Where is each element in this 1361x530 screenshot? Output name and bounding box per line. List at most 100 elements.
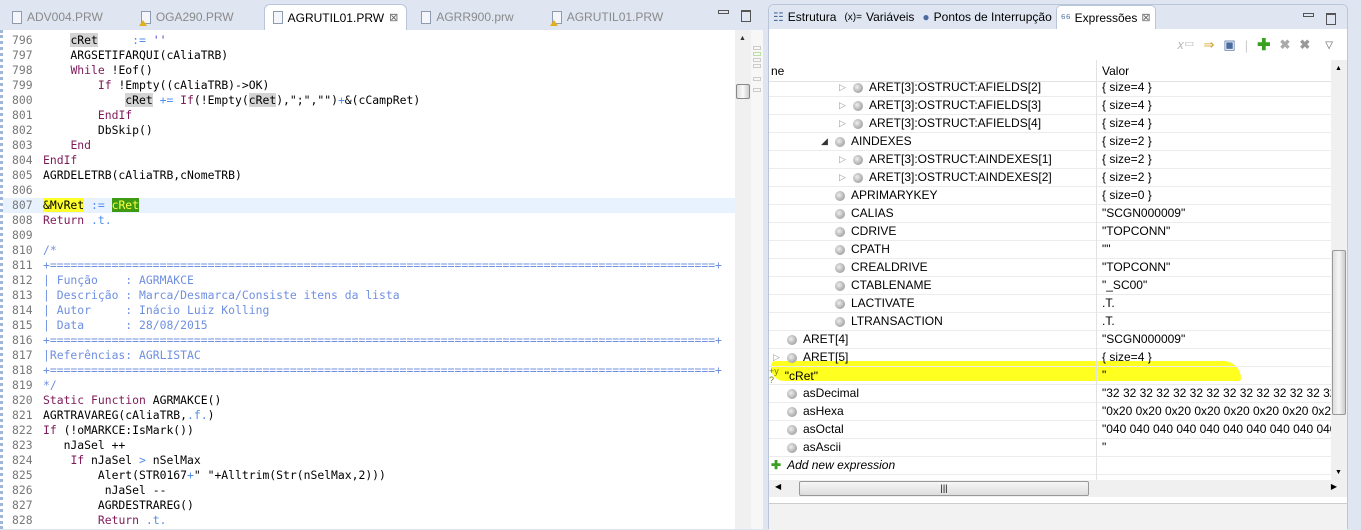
tree-row[interactable]: CPATH "" (769, 241, 1331, 259)
code-line[interactable]: 813 | Descrição : Marca/Desmarca/Consiste… (3, 288, 735, 303)
editor-tab[interactable]: AGRR900.prw (413, 4, 521, 30)
close-icon[interactable]: ⊠ (1141, 11, 1150, 24)
code-line[interactable]: 798 While !Eof() (3, 63, 735, 78)
scrollbar-thumb[interactable] (1332, 250, 1346, 415)
variable-icon (835, 244, 845, 255)
editor-vertical-scrollbar[interactable]: ▲ (735, 30, 751, 529)
expand-arrow-icon[interactable]: ▷ (839, 79, 847, 96)
tree-row[interactable]: ▷ ARET[3]:OSTRUCT:AFIELDS[2] { size=4 } (769, 79, 1331, 97)
code-line[interactable]: 818 +====================================… (3, 363, 735, 378)
code-line[interactable]: 819 */ (3, 378, 735, 393)
code-line[interactable]: 816 +====================================… (3, 333, 735, 348)
tree-row[interactable]: ▷ ARET[3]:OSTRUCT:AFIELDS[3] { size=4 } (769, 97, 1331, 115)
tree-row[interactable]: asOctal "040 040 040 040 040 040 040 040 … (769, 421, 1331, 439)
tree-row[interactable]: CDRIVE "TOPCONN" (769, 223, 1331, 241)
tree-vertical-scrollbar[interactable]: ▲ ▼ (1331, 60, 1347, 480)
code-line[interactable]: 815 | Data : 28/08/2015 (3, 318, 735, 333)
remove-icon[interactable]: ✖ (1279, 37, 1290, 53)
add-expression-icon[interactable]: ✚ (1257, 35, 1270, 55)
tree-row[interactable]: CTABLENAME "_SC00" (769, 277, 1331, 295)
tree-row[interactable]: ◢ AINDEXES { size=2 } (769, 133, 1331, 151)
tree-row[interactable]: LTRANSACTION .T. (769, 313, 1331, 331)
code-editor[interactable]: 796 cRet := '' 797 ARGSETIFARQUI(cAliaTRB… (0, 30, 763, 529)
collapse-all-icon[interactable]: ▣ (1223, 37, 1235, 53)
code-line[interactable]: 804 EndIf (3, 153, 735, 168)
overview-ruler[interactable] (751, 30, 763, 529)
collapse-arrow-icon[interactable]: ◢ (821, 133, 829, 150)
scroll-up-arrow-icon[interactable]: ▲ (739, 35, 746, 42)
details-pane[interactable] (769, 503, 1347, 530)
expand-icon[interactable]: ⇒ (1203, 37, 1214, 53)
code-token: +=======================================… (43, 363, 722, 377)
tree-row[interactable]: CREALDRIVE "TOPCONN" (769, 259, 1331, 277)
view-tab[interactable]: (x)= Variáveis (840, 5, 918, 29)
scrollbar-thumb[interactable] (736, 84, 750, 99)
code-line[interactable]: 823 nJaSel ++ (3, 438, 735, 453)
code-token: If (180, 93, 194, 107)
expand-arrow-icon[interactable]: ▷ (839, 97, 847, 114)
expand-arrow-icon[interactable]: ▷ (839, 151, 847, 168)
tree-row[interactable]: ▷ ARET[3]:OSTRUCT:AFIELDS[4] { size=4 } (769, 115, 1331, 133)
code-line[interactable]: 827 AGRDESTRAREG() (3, 498, 735, 513)
scrollbar-thumb[interactable]: ||| (799, 481, 1089, 496)
editor-tab[interactable]: ADV004.PRW (4, 4, 111, 30)
expression-name: asAscii (803, 440, 842, 454)
code-line[interactable]: 799 If !Empty((cAliaTRB)->OK) (3, 78, 735, 93)
code-line[interactable]: 810 /* (3, 243, 735, 258)
code-line[interactable]: 821 AGRTRAVAREG(cAliaTRB,.f.) (3, 408, 735, 423)
close-icon[interactable]: ⊠ (389, 11, 398, 24)
minimize-button[interactable] (1303, 13, 1314, 17)
tree-horizontal-scrollbar[interactable]: ◀ ||| ▶ (769, 480, 1347, 497)
expand-arrow-icon[interactable]: ▷ (839, 115, 847, 132)
code-line[interactable]: 797 ARGSETIFARQUI(cAliaTRB) (3, 48, 735, 63)
code-line[interactable]: 817 |Referências: AGRLISTAC (3, 348, 735, 363)
tree-row[interactable]: ▷ ARET[3]:OSTRUCT:AINDEXES[2] { size=2 } (769, 169, 1331, 187)
show-type-names-icon[interactable]: 𝑥▭ (1177, 37, 1195, 53)
tree-row[interactable]: ▷ ARET[5] { size=4 } (769, 349, 1331, 367)
remove-all-icon[interactable]: ✖ (1299, 37, 1310, 53)
code-line[interactable]: 809 (3, 228, 735, 243)
code-line[interactable]: 808 Return .t. (3, 213, 735, 228)
code-line[interactable]: 826 nJaSel -- (3, 483, 735, 498)
code-line[interactable]: 805 AGRDELETRB(cAliaTRB,cNomeTRB) (3, 168, 735, 183)
tree-row[interactable]: +y? "cRet" " (769, 367, 1331, 385)
expand-arrow-icon[interactable]: ▷ (839, 169, 847, 186)
code-line[interactable]: 825 Alert(STR0167+" "+Alltrim(Str(nSelMa… (3, 468, 735, 483)
code-line[interactable]: 807 &MvRet := cRet (3, 198, 735, 213)
maximize-button[interactable] (1326, 13, 1336, 25)
code-line[interactable]: 822 If (!oMARKCE:IsMark()) (3, 423, 735, 438)
column-header-name[interactable]: ne (771, 64, 784, 78)
editor-tab[interactable]: OGA290.PRW (133, 4, 242, 30)
tree-row[interactable]: asAscii " (769, 439, 1331, 457)
code-line[interactable]: 811 +====================================… (3, 258, 735, 273)
code-line[interactable]: 806 (3, 183, 735, 198)
editor-tab[interactable]: AGRUTIL01.PRW ⊠ (263, 4, 408, 30)
code-line[interactable]: 814 | Autor : Inácio Luiz Kolling (3, 303, 735, 318)
tree-row[interactable]: CALIAS "SCGN000009" (769, 205, 1331, 223)
code-line[interactable]: 796 cRet := '' (3, 33, 735, 48)
editor-tab[interactable]: AGRUTIL01.PRW (544, 4, 671, 30)
tree-row[interactable]: asHexa "0x20 0x20 0x20 0x20 0x20 0x20 0x2… (769, 403, 1331, 421)
code-line[interactable]: 803 End (3, 138, 735, 153)
tree-row[interactable]: APRIMARYKEY { size=0 } (769, 187, 1331, 205)
view-tab[interactable]: ☷ Estrutura (769, 5, 840, 29)
tree-row[interactable]: asDecimal "32 32 32 32 32 32 32 32 32 32 … (769, 385, 1331, 403)
view-tab[interactable]: ● Pontos de Interrupção (918, 5, 1055, 29)
view-tab[interactable]: ⁶⁶ Expressões ⊠ (1055, 5, 1156, 29)
code-line[interactable]: 802 DbSkip() (3, 123, 735, 138)
code-line[interactable]: 820 Static Function AGRMAKCE() (3, 393, 735, 408)
maximize-button[interactable] (741, 10, 751, 22)
minimize-button[interactable] (718, 10, 729, 14)
code-line[interactable]: 801 EndIf (3, 108, 735, 123)
column-header-value[interactable]: Valor (1102, 64, 1129, 78)
code-line[interactable]: 812 | Função : AGRMAKCE (3, 273, 735, 288)
tree-row[interactable]: ▷ ARET[3]:OSTRUCT:AINDEXES[1] { size=2 } (769, 151, 1331, 169)
tree-row[interactable]: LACTIVATE .T. (769, 295, 1331, 313)
add-new-expression[interactable]: ✚ Add new expression (769, 457, 1331, 475)
expand-arrow-icon[interactable]: ▷ (773, 349, 781, 366)
code-line[interactable]: 800 cRet += If(!Empty(cRet),";","")+&(cC… (3, 93, 735, 108)
tree-row[interactable]: ARET[4] "SCGN000009" (769, 331, 1331, 349)
view-menu-icon[interactable]: ▽ (1325, 40, 1333, 51)
code-line[interactable]: 824 If nJaSel > nSelMax (3, 453, 735, 468)
code-line[interactable]: 828 Return .t. (3, 513, 735, 528)
